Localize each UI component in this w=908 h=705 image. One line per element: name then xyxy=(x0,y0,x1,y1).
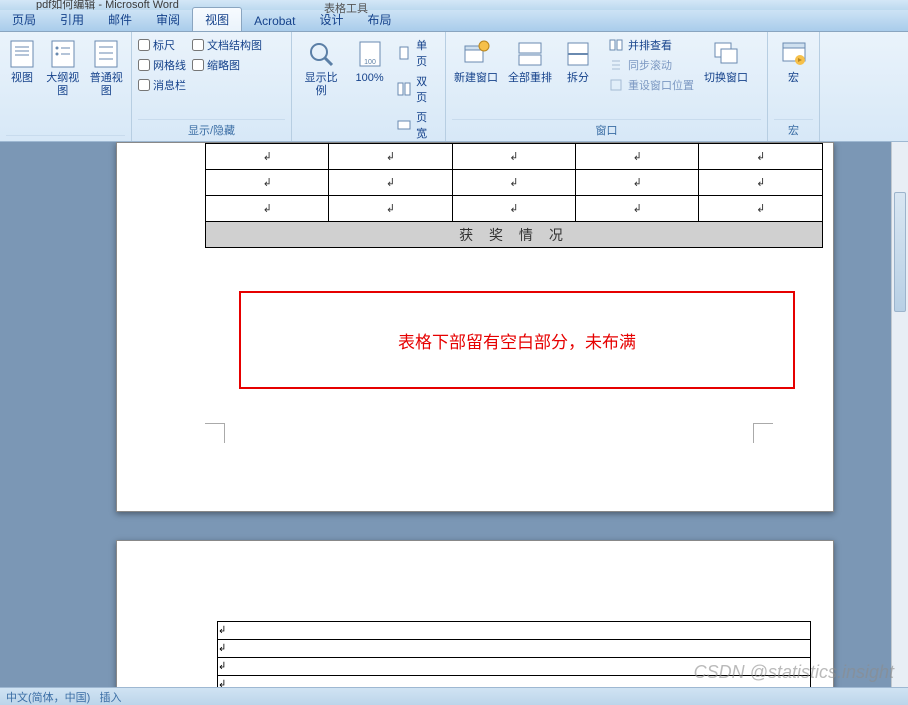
table-cell[interactable]: ↲ xyxy=(329,170,452,196)
tab-page-layout[interactable]: 页局 xyxy=(0,8,48,31)
margin-corner-icon xyxy=(205,423,225,443)
switch-window-button[interactable]: 切换窗口 xyxy=(702,36,750,87)
group-window: 新建窗口 全部重排 拆分 并排查看 同步滚动 重设窗口位置 切换窗口 窗口 xyxy=(446,32,768,141)
thumbnails-checkbox[interactable]: 缩略图 xyxy=(192,56,262,74)
side-by-side-button[interactable]: 并排查看 xyxy=(606,36,696,54)
table-cell[interactable]: ↲ xyxy=(699,144,823,170)
new-window-button[interactable]: 新建窗口 xyxy=(452,36,500,87)
one-page-icon xyxy=(397,45,412,61)
status-language[interactable]: 中文(简体，中国) xyxy=(6,692,90,704)
page-100-icon: 100 xyxy=(354,38,386,70)
sync-scroll-button[interactable]: 同步滚动 xyxy=(606,56,696,74)
table-cell[interactable]: ↲ xyxy=(576,144,699,170)
side-by-side-icon xyxy=(608,37,624,53)
table-cell[interactable]: ↲ xyxy=(218,640,811,658)
table-cell[interactable]: ↲ xyxy=(576,170,699,196)
two-page-button[interactable]: 双页 xyxy=(395,72,439,106)
zoom-100-button[interactable]: 100 100% xyxy=(350,36,389,87)
table-cell[interactable]: ↲ xyxy=(206,144,329,170)
page-1[interactable]: ↲↲↲↲↲ ↲↲↲↲↲ ↲↲↲↲↲ 获 奖 情 况 表格下部留有空白部分，未布满 xyxy=(116,142,834,512)
two-page-icon xyxy=(397,81,412,97)
split-icon xyxy=(562,38,594,70)
tab-mailings[interactable]: 邮件 xyxy=(96,8,144,31)
macros-button[interactable]: 宏 xyxy=(774,36,813,87)
outline-view-button[interactable]: 大纲视图 xyxy=(44,36,82,100)
status-bar: 中文(简体，中国) 插入 xyxy=(0,687,908,705)
group-show-hide: 标尺 网格线 消息栏 文档结构图 缩略图 显示/隐藏 xyxy=(132,32,292,141)
scroll-thumb[interactable] xyxy=(894,192,906,312)
table-cell[interactable]: ↲ xyxy=(218,622,811,640)
tab-references[interactable]: 引用 xyxy=(48,8,96,31)
macros-icon xyxy=(778,38,810,70)
reset-pos-icon xyxy=(608,77,624,93)
page-icon xyxy=(6,38,38,70)
svg-text:100: 100 xyxy=(364,59,376,66)
switch-window-icon xyxy=(710,38,742,70)
table-cell[interactable]: ↲ xyxy=(699,196,823,222)
group-show-hide-label: 显示/隐藏 xyxy=(138,119,285,141)
normal-icon xyxy=(90,38,122,70)
group-macros: 宏 宏 xyxy=(768,32,820,141)
document-area[interactable]: ↲↲↲↲↲ ↲↲↲↲↲ ↲↲↲↲↲ 获 奖 情 况 表格下部留有空白部分，未布满… xyxy=(0,142,908,687)
table-header-cell[interactable]: 获 奖 情 况 xyxy=(206,222,823,248)
outline-icon xyxy=(47,38,79,70)
gridlines-checkbox[interactable]: 网格线 xyxy=(138,56,186,74)
table-cell[interactable]: ↲ xyxy=(329,144,452,170)
msgbar-checkbox[interactable]: 消息栏 xyxy=(138,76,186,94)
doc-table-2[interactable]: ↲ ↲ ↲ ↲ xyxy=(217,621,811,687)
table-cell[interactable]: ↲ xyxy=(206,196,329,222)
split-button[interactable]: 拆分 xyxy=(560,36,596,87)
page-width-icon xyxy=(397,117,412,133)
group-views: 视图 大纲视图 普通视图 xyxy=(0,32,132,141)
reading-view-button[interactable]: 视图 xyxy=(6,36,38,87)
reset-pos-button[interactable]: 重设窗口位置 xyxy=(606,76,696,94)
ribbon-tabs: 页局 引用 邮件 审阅 视图 Acrobat 设计 布局 xyxy=(0,10,908,32)
table-cell[interactable]: ↲ xyxy=(576,196,699,222)
status-insert[interactable]: 插入 xyxy=(100,692,122,704)
annotation-box: 表格下部留有空白部分，未布满 xyxy=(239,291,795,389)
contextual-tab-label: 表格工具 xyxy=(324,0,368,16)
table-cell[interactable]: ↲ xyxy=(218,658,811,676)
group-zoom: 显示比例 100 100% 单页 双页 页宽 显示比例 xyxy=(292,32,446,141)
table-cell[interactable]: ↲ xyxy=(206,170,329,196)
normal-view-button[interactable]: 普通视图 xyxy=(88,36,126,100)
group-window-label: 窗口 xyxy=(452,119,761,141)
margin-corner-icon xyxy=(753,423,773,443)
page-2[interactable]: ↲ ↲ ↲ ↲ xyxy=(116,540,834,687)
vertical-scrollbar[interactable] xyxy=(891,142,908,687)
ribbon: 视图 大纲视图 普通视图 标尺 网格线 消息栏 文档结构图 缩略图 xyxy=(0,32,908,142)
doc-table[interactable]: ↲↲↲↲↲ ↲↲↲↲↲ ↲↲↲↲↲ 获 奖 情 况 xyxy=(205,143,823,248)
arrange-all-button[interactable]: 全部重排 xyxy=(506,36,554,87)
sync-scroll-icon xyxy=(608,57,624,73)
table-cell[interactable]: ↲ xyxy=(329,196,452,222)
table-cell[interactable]: ↲ xyxy=(452,196,575,222)
annotation-text: 表格下部留有空白部分，未布满 xyxy=(398,328,636,353)
table-cell[interactable]: ↲ xyxy=(452,144,575,170)
zoom-button[interactable]: 显示比例 xyxy=(298,36,344,100)
group-macros-label: 宏 xyxy=(774,119,813,141)
tab-view[interactable]: 视图 xyxy=(192,7,242,31)
tab-review[interactable]: 审阅 xyxy=(144,8,192,31)
ruler-checkbox[interactable]: 标尺 xyxy=(138,36,186,54)
new-window-icon xyxy=(460,38,492,70)
docmap-checkbox[interactable]: 文档结构图 xyxy=(192,36,262,54)
tab-acrobat[interactable]: Acrobat xyxy=(242,11,307,31)
table-cell[interactable]: ↲ xyxy=(452,170,575,196)
one-page-button[interactable]: 单页 xyxy=(395,36,439,70)
table-cell[interactable]: ↲ xyxy=(699,170,823,196)
magnifier-icon xyxy=(305,38,337,70)
table-cell[interactable]: ↲ xyxy=(218,676,811,688)
page-width-button[interactable]: 页宽 xyxy=(395,108,439,142)
arrange-icon xyxy=(514,38,546,70)
